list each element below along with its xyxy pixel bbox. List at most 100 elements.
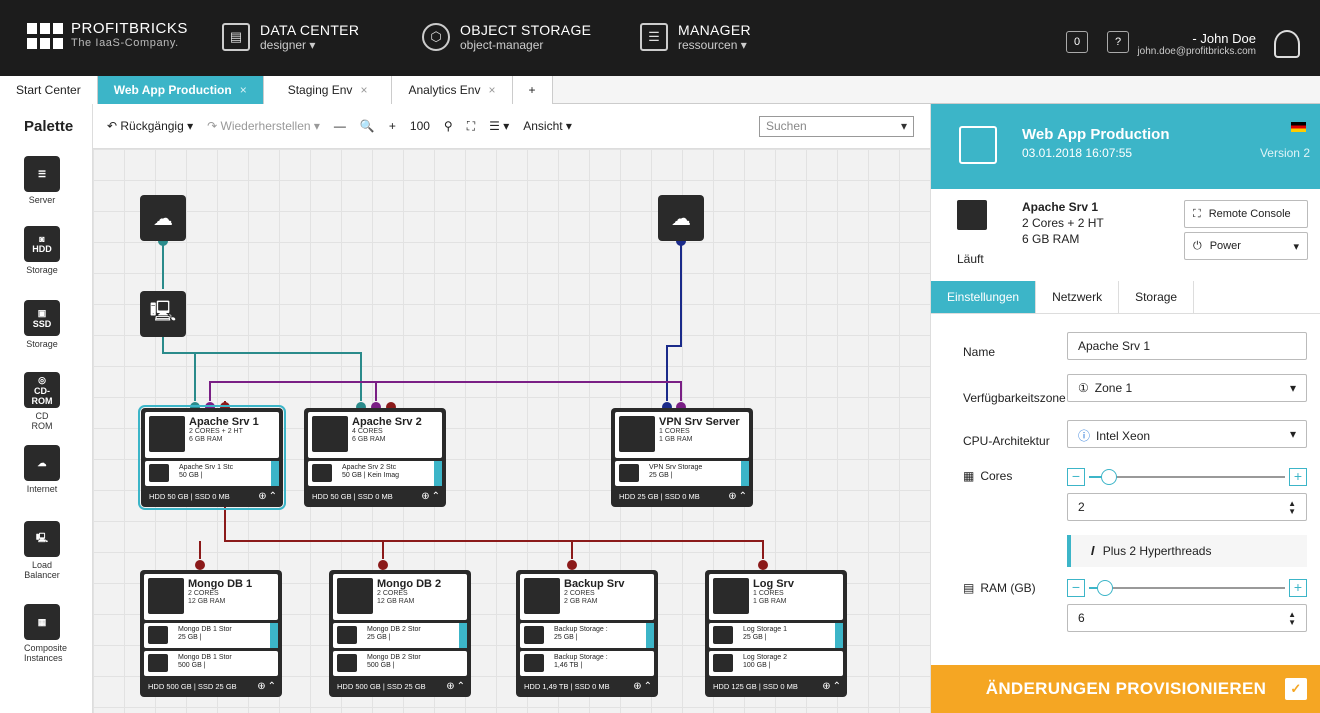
nav-title: OBJECT STORAGE [460, 22, 592, 38]
add-collapse-icons[interactable]: ⊕⌃ [421, 491, 442, 502]
storage-item[interactable]: Apache Srv 2 Stc 50 GB | Kein Imag [308, 461, 442, 486]
zoom-icon[interactable]: 🔍 [360, 119, 375, 133]
tab-web-app-production[interactable]: Web App Production × [97, 76, 264, 104]
zoom-in-button[interactable]: + [389, 119, 396, 133]
add-collapse-icons[interactable]: ⊕⌃ [258, 491, 279, 502]
tab-analytics-env[interactable]: Analytics Env × [392, 76, 513, 104]
designer-canvas[interactable]: ☁ 🖳 ☁ Apache Srv 12 CORES + 2 HT 6 GB RAM… [93, 149, 930, 713]
provision-changes-button[interactable]: ÄNDERUNGEN PROVISIONIEREN ✓ [931, 665, 1320, 713]
selected-server-cores: 2 Cores + 2 HT [1022, 216, 1104, 230]
panel-title: Web App Production [1022, 126, 1170, 143]
boot-badge [459, 623, 467, 648]
cpu-label: CPU-Architektur [963, 434, 1050, 448]
cpu-select[interactable]: ⓘ Intel Xeon ▾ [1067, 420, 1307, 448]
storage-item[interactable]: Backup Storage :1,46 TB | [520, 651, 654, 676]
close-icon[interactable]: × [488, 83, 495, 97]
boot-badge [271, 461, 279, 486]
add-collapse-icons[interactable]: ⊕⌃ [633, 681, 654, 692]
view-menu-button[interactable]: Ansicht ▾ [523, 119, 572, 133]
search-input[interactable]: Suchen ▾ [759, 116, 914, 137]
palette-item-internet[interactable]: ☁ Internet [24, 445, 60, 494]
server-name: Log Srv [753, 578, 794, 590]
storage-item[interactable]: Backup Storage :25 GB | [520, 623, 654, 648]
close-icon[interactable]: × [240, 83, 247, 97]
nav-manager[interactable]: ☰ MANAGER ressourcen ▾ [640, 22, 751, 52]
boot-badge [646, 623, 654, 648]
german-flag-icon[interactable] [1291, 122, 1306, 132]
server-name: Backup Srv [564, 578, 625, 590]
palette-item-load-balancer[interactable]: 🖳 Load Balancer [24, 521, 60, 580]
palette-item-server[interactable]: ☰ Server [24, 156, 60, 205]
server-card-backup-srv[interactable]: Backup Srv 2 CORES 2 GB RAM Backup Storage… [516, 570, 658, 697]
composite-icon: ▦ [24, 604, 60, 640]
ram-stepper[interactable]: 6 ▲ ▼ [1067, 604, 1307, 632]
storage-item[interactable]: Log Storage 2 100 GB | [709, 651, 843, 676]
tab-start-center[interactable]: Start Center [0, 76, 98, 104]
server-card-vpn-srv[interactable]: VPN Srv Server 1 CORES 1 GB RAM VPN Srv St… [611, 408, 753, 507]
load-balancer-node[interactable]: 🖳 [140, 291, 186, 337]
cores-increment-button[interactable]: + [1289, 468, 1307, 486]
ram-slider[interactable]: − + [1067, 579, 1307, 597]
add-collapse-icons[interactable]: ⊕⌃ [257, 681, 278, 692]
tab-netzwerk[interactable]: Netzwerk [1036, 281, 1120, 313]
power-button[interactable]: ⏻ Power ▾ [1184, 232, 1308, 260]
cores-slider-thumb[interactable] [1101, 469, 1117, 485]
name-field[interactable]: Apache Srv 1 [1067, 332, 1307, 360]
server-card-apache-srv-2[interactable]: Apache Srv 24 CORES 6 GB RAM Apache Srv 2… [304, 408, 446, 507]
server-card-mongo-db-2[interactable]: Mongo DB 22 CORES 12 GB RAM Mongo DB 2 St… [329, 570, 471, 697]
zoom-out-button[interactable]: — [334, 119, 346, 133]
palette-label: Load Balancer [24, 560, 60, 580]
close-icon[interactable]: × [360, 83, 367, 97]
chevron-down-icon: ▾ [900, 119, 907, 133]
storage-item[interactable]: Mongo DB 1 Stor 25 GB | [144, 623, 278, 648]
storage-item[interactable]: Mongo DB 2 Stor 25 GB | [333, 623, 467, 648]
tab-label: Staging Env [287, 83, 353, 97]
remote-console-button[interactable]: ⛶ Remote Console [1184, 200, 1308, 228]
object-storage-icon: ⬡ [422, 23, 450, 51]
cores-stepper[interactable]: 2 ▲ ▼ [1067, 493, 1307, 521]
cores-decrement-button[interactable]: − [1067, 468, 1085, 486]
list-menu-button[interactable]: ☰ ▾ [489, 119, 509, 133]
profitbricks-logo[interactable]: PROFITBRICKS The IaaS-Company. [27, 21, 188, 50]
storage-item[interactable]: Mongo DB 1 Stor 500 GB | [144, 651, 278, 676]
internet-node-2[interactable]: ☁ [658, 195, 704, 241]
add-collapse-icons[interactable]: ⊕⌃ [822, 681, 843, 692]
notifications-button[interactable]: 0 [1066, 31, 1088, 53]
add-collapse-icons[interactable]: ⊕⌃ [728, 491, 749, 502]
undo-button[interactable]: ↶ Rückgängig ▾ [107, 119, 193, 133]
internet-node-1[interactable]: ☁ [140, 195, 186, 241]
fit-icon[interactable]: ⛶ [467, 119, 475, 134]
server-card-mongo-db-1[interactable]: Mongo DB 12 CORES 12 GB RAM Mongo DB 1 St… [140, 570, 282, 697]
ram-decrement-button[interactable]: − [1067, 579, 1085, 597]
storage-item[interactable]: Log Storage 1 25 GB | [709, 623, 843, 648]
tab-staging-env[interactable]: Staging Env × [263, 76, 393, 104]
palette-item-hdd[interactable]: ◙ HDD Storage [24, 226, 60, 275]
add-collapse-icons[interactable]: ⊕⌃ [446, 681, 467, 692]
palette-item-cdrom[interactable]: ◎ CD-ROM CD ROM [24, 372, 60, 431]
redo-button[interactable]: ↷ Wiederherstellen ▾ [207, 119, 320, 133]
server-card-log-srv[interactable]: Log Srv 1 CORES 1 GB RAM Log Storage 1 25 G… [705, 570, 847, 697]
storage-item[interactable]: Apache Srv 1 Stc 50 GB | [145, 461, 279, 486]
zone-select[interactable]: ① Zone 1 ▾ [1067, 374, 1307, 402]
help-button[interactable]: ? [1107, 31, 1129, 53]
server-card-apache-srv-1[interactable]: Apache Srv 12 CORES + 2 HT 6 GB RAM Apach… [138, 405, 286, 510]
pin-icon[interactable]: ⚲ [444, 119, 453, 133]
user-info[interactable]: - John Doe john.doe@profitbricks.com [1137, 31, 1256, 57]
nav-data-center[interactable]: ▤ DATA CENTER designer ▾ [222, 22, 359, 52]
load-balancer-icon: 🖳 [24, 521, 60, 557]
tab-storage[interactable]: Storage [1119, 281, 1195, 313]
ram-increment-button[interactable]: + [1289, 579, 1307, 597]
storage-item[interactable]: Mongo DB 2 Stor 500 GB | [333, 651, 467, 676]
tab-einstellungen[interactable]: Einstellungen [931, 281, 1037, 313]
stepper-arrows-icon[interactable]: ▲ ▼ [1288, 611, 1296, 627]
palette-label: Storage [26, 339, 58, 349]
add-tab-button[interactable]: + [512, 76, 553, 104]
stepper-arrows-icon[interactable]: ▲ ▼ [1288, 500, 1296, 516]
ram-slider-thumb[interactable] [1097, 580, 1113, 596]
nav-object-storage[interactable]: ⬡ OBJECT STORAGE object-manager [422, 22, 591, 52]
cores-slider[interactable]: − + [1067, 468, 1307, 486]
storage-item[interactable]: VPN Srv Storage 25 GB | [615, 461, 749, 486]
palette-item-ssd[interactable]: ▣ SSD Storage [24, 300, 60, 349]
user-icon[interactable] [1274, 30, 1300, 58]
palette-item-composite[interactable]: ▦ Composite Instances [24, 604, 67, 663]
